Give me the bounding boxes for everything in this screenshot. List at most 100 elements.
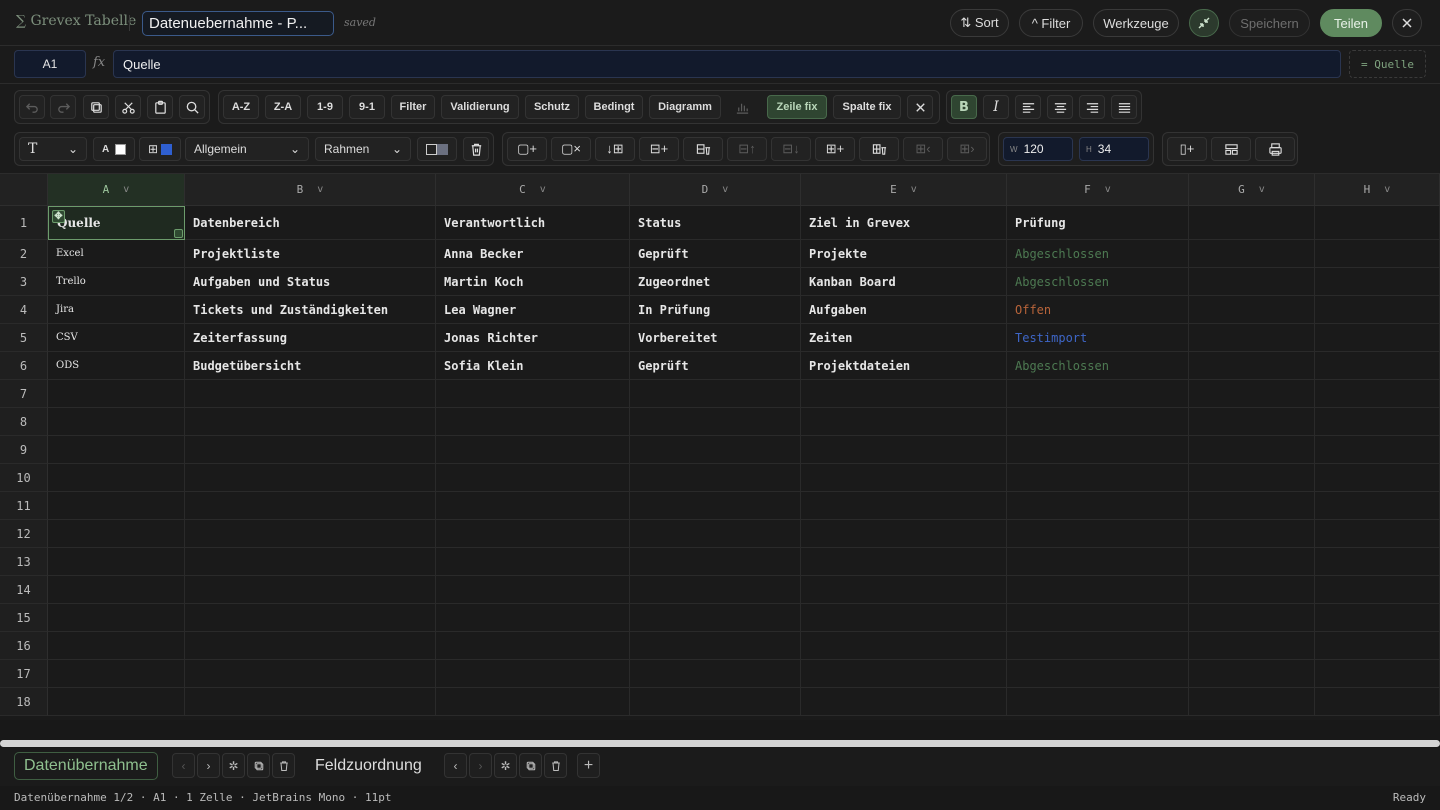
cell-b4[interactable]: Tickets und Zuständigkeiten bbox=[185, 296, 436, 324]
cell-a8[interactable] bbox=[48, 408, 185, 436]
conditional-button[interactable]: Bedingt bbox=[585, 95, 643, 119]
cell-a2[interactable]: Excel bbox=[48, 240, 185, 268]
cell-c4[interactable]: Lea Wagner bbox=[436, 296, 630, 324]
row-header[interactable]: 14 bbox=[0, 576, 48, 604]
cell-g5[interactable] bbox=[1189, 324, 1315, 352]
row-header[interactable]: 15 bbox=[0, 604, 48, 632]
cell-a13[interactable] bbox=[48, 548, 185, 576]
row-header[interactable]: 5 bbox=[0, 324, 48, 352]
cell-d2[interactable]: Geprüft bbox=[630, 240, 801, 268]
cell-g18[interactable] bbox=[1189, 688, 1315, 716]
cell-c2[interactable]: Anna Becker bbox=[436, 240, 630, 268]
row-header[interactable]: 2 bbox=[0, 240, 48, 268]
cell-d8[interactable] bbox=[630, 408, 801, 436]
cell-f14[interactable] bbox=[1007, 576, 1189, 604]
move-column-right-button[interactable]: ⊞› bbox=[947, 137, 987, 161]
row-header[interactable]: 18 bbox=[0, 688, 48, 716]
chevron-down-icon[interactable]: v bbox=[1384, 184, 1390, 195]
cell-h16[interactable] bbox=[1315, 632, 1440, 660]
cell-c10[interactable] bbox=[436, 464, 630, 492]
cell-c15[interactable] bbox=[436, 604, 630, 632]
cell-a12[interactable] bbox=[48, 520, 185, 548]
cell-c3[interactable]: Martin Koch bbox=[436, 268, 630, 296]
sheet2-duplicate-button[interactable] bbox=[519, 753, 542, 778]
cell-a11[interactable] bbox=[48, 492, 185, 520]
row-header[interactable]: 6 bbox=[0, 352, 48, 380]
document-title-input[interactable]: Datenuebernahme - P... bbox=[142, 11, 334, 36]
cell-h2[interactable] bbox=[1315, 240, 1440, 268]
cell-a18[interactable] bbox=[48, 688, 185, 716]
row-header[interactable]: 16 bbox=[0, 632, 48, 660]
cell-c11[interactable] bbox=[436, 492, 630, 520]
row-header[interactable]: 11 bbox=[0, 492, 48, 520]
paste-button[interactable] bbox=[147, 95, 173, 119]
cell-b14[interactable] bbox=[185, 576, 436, 604]
cell-h15[interactable] bbox=[1315, 604, 1440, 632]
insert-column-button[interactable]: ⊞+ bbox=[815, 137, 855, 161]
cell-a15[interactable] bbox=[48, 604, 185, 632]
sheet-delete-button[interactable] bbox=[272, 753, 295, 778]
freeze-row-button[interactable]: Zeile fix bbox=[767, 95, 827, 119]
cell-d10[interactable] bbox=[630, 464, 801, 492]
column-header-d[interactable]: Dv bbox=[630, 174, 801, 206]
cell-c12[interactable] bbox=[436, 520, 630, 548]
cell-f13[interactable] bbox=[1007, 548, 1189, 576]
cell-reference-box[interactable]: A1 bbox=[14, 50, 86, 78]
sheet-move-right-button[interactable]: › bbox=[197, 753, 220, 778]
cell-c6[interactable]: Sofia Klein bbox=[436, 352, 630, 380]
row-header[interactable]: 13 bbox=[0, 548, 48, 576]
cell-h7[interactable] bbox=[1315, 380, 1440, 408]
cell-d12[interactable] bbox=[630, 520, 801, 548]
cell-g3[interactable] bbox=[1189, 268, 1315, 296]
horizontal-scrollbar[interactable] bbox=[0, 740, 1440, 747]
cell-e18[interactable] bbox=[801, 688, 1007, 716]
copy-button[interactable] bbox=[83, 95, 109, 119]
cell-g17[interactable] bbox=[1189, 660, 1315, 688]
collapse-button[interactable] bbox=[1189, 9, 1219, 37]
cell-e2[interactable]: Projekte bbox=[801, 240, 1007, 268]
search-button[interactable] bbox=[179, 95, 205, 119]
cell-d5[interactable]: Vorbereitet bbox=[630, 324, 801, 352]
fill-color-button[interactable]: ⊞ bbox=[139, 137, 181, 161]
cell-b18[interactable] bbox=[185, 688, 436, 716]
cell-a16[interactable] bbox=[48, 632, 185, 660]
cell-e5[interactable]: Zeiten bbox=[801, 324, 1007, 352]
column-header-c[interactable]: Cv bbox=[436, 174, 630, 206]
number-format-select[interactable]: Allgemein ⌄ bbox=[185, 137, 309, 161]
cell-b5[interactable]: Zeiterfassung bbox=[185, 324, 436, 352]
filter-button[interactable]: ^ Filter bbox=[1019, 9, 1083, 37]
cell-g13[interactable] bbox=[1189, 548, 1315, 576]
sort-za-button[interactable]: Z-A bbox=[265, 95, 301, 119]
row-height-input[interactable]: H 34 bbox=[1079, 137, 1149, 161]
column-header-a[interactable]: Av bbox=[48, 174, 185, 206]
cell-b1[interactable]: Datenbereich bbox=[185, 206, 436, 240]
cell-c17[interactable] bbox=[436, 660, 630, 688]
cell-c5[interactable]: Jonas Richter bbox=[436, 324, 630, 352]
cell-e1[interactable]: Ziel in Grevex bbox=[801, 206, 1007, 240]
cell-h17[interactable] bbox=[1315, 660, 1440, 688]
insert-cell-button[interactable]: ▢+ bbox=[507, 137, 547, 161]
cell-c7[interactable] bbox=[436, 380, 630, 408]
cell-e13[interactable] bbox=[801, 548, 1007, 576]
share-button[interactable]: Teilen bbox=[1320, 9, 1382, 37]
sheet2-move-left-button[interactable]: ‹ bbox=[444, 753, 467, 778]
chart-button[interactable]: Diagramm bbox=[649, 95, 721, 119]
cell-e11[interactable] bbox=[801, 492, 1007, 520]
cell-f17[interactable] bbox=[1007, 660, 1189, 688]
formula-input[interactable]: Quelle bbox=[113, 50, 1341, 78]
align-left-button[interactable] bbox=[1015, 95, 1041, 119]
text-type-select[interactable]: T ⌄ bbox=[19, 137, 87, 161]
cell-f15[interactable] bbox=[1007, 604, 1189, 632]
cell-h1[interactable] bbox=[1315, 206, 1440, 240]
cell-h18[interactable] bbox=[1315, 688, 1440, 716]
unfreeze-button[interactable] bbox=[907, 95, 933, 119]
cell-e14[interactable] bbox=[801, 576, 1007, 604]
cell-e4[interactable]: Aufgaben bbox=[801, 296, 1007, 324]
cell-b6[interactable]: Budgetübersicht bbox=[185, 352, 436, 380]
move-handle-icon[interactable]: ✥ bbox=[52, 210, 65, 223]
delete-cell-button[interactable]: ▢× bbox=[551, 137, 591, 161]
sheet-tab-datenuebernahme[interactable]: Datenübernahme bbox=[14, 752, 158, 780]
row-header[interactable]: 8 bbox=[0, 408, 48, 436]
sheet2-delete-button[interactable] bbox=[544, 753, 567, 778]
font-color-button[interactable]: A bbox=[93, 137, 135, 161]
